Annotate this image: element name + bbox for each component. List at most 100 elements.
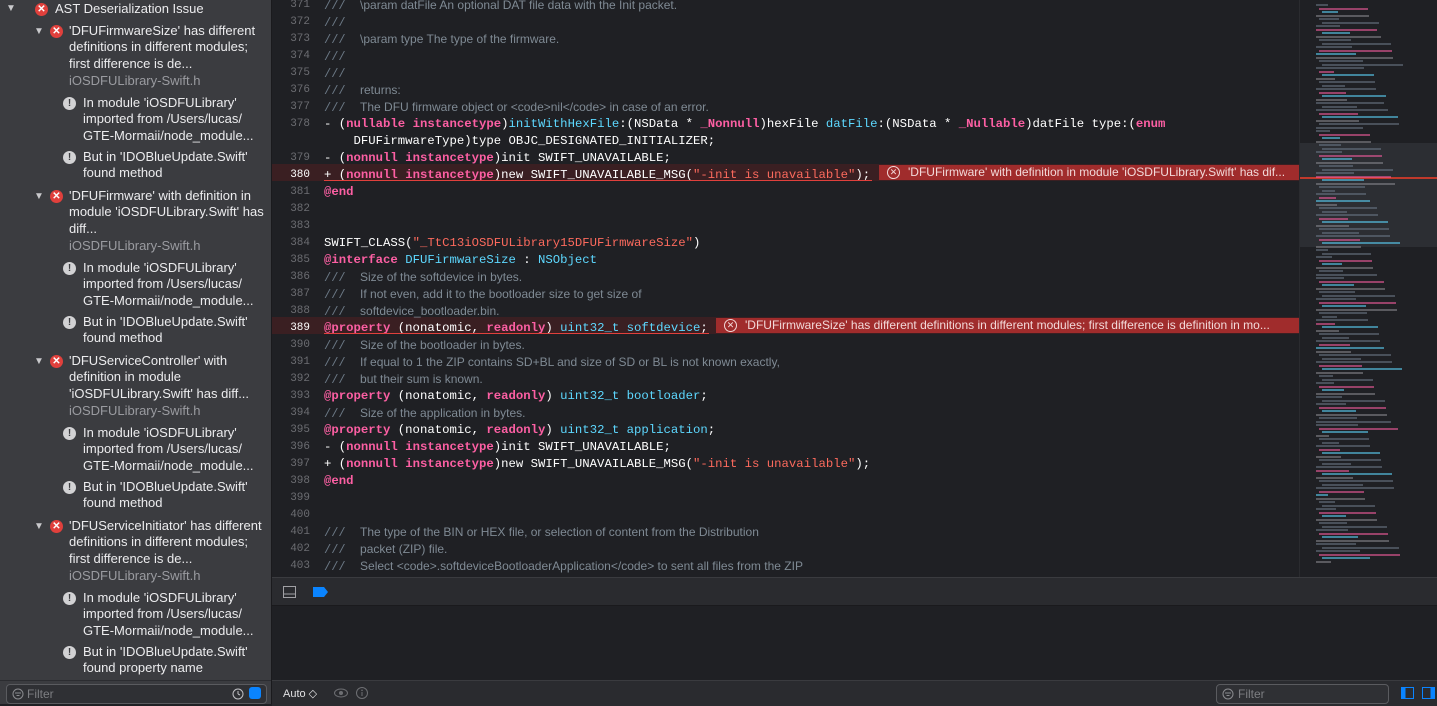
minimap-line [1316, 88, 1376, 90]
issues-only-toggle-icon[interactable] [249, 687, 261, 699]
console-view-icon[interactable] [1422, 687, 1435, 699]
minimap-line [1316, 4, 1328, 6]
info-icon[interactable] [356, 687, 368, 699]
minimap-line [1316, 497, 1365, 500]
minimap-line [1322, 483, 1363, 486]
comment-text: returns: [360, 83, 401, 97]
sidebar-filter-input[interactable]: Filter [6, 684, 267, 704]
minimap-line [1316, 455, 1341, 458]
note-icon: ! [63, 592, 76, 605]
note-icon: ! [63, 151, 76, 164]
minimap-line [1316, 214, 1378, 216]
minimap-line [1319, 280, 1384, 283]
minimap-line [1316, 329, 1339, 332]
minimap-line [1316, 413, 1387, 416]
minimap-line [1322, 105, 1357, 108]
minimap-line [1319, 480, 1393, 482]
minimap-visible-region[interactable] [1300, 143, 1437, 247]
comment-text: Size of the application in bytes. [360, 406, 526, 420]
minimap-line [1316, 340, 1380, 342]
minimap-line [1319, 186, 1365, 188]
minimap-line [1316, 539, 1389, 542]
comment-text: Size of the softdevice in bytes. [360, 270, 523, 284]
minimap-line [1316, 529, 1348, 531]
minimap-line [1316, 140, 1371, 143]
filter-icon [1222, 688, 1234, 700]
line-number: 391 [290, 356, 310, 368]
minimap-line [1319, 312, 1367, 314]
minimap-line [1322, 95, 1386, 97]
line-number: 371 [290, 0, 310, 11]
debug-statusbar: Auto ◇ Filter [272, 680, 1437, 706]
comment-line: /// Size of the bootloader in bytes. [324, 338, 525, 353]
comment-line: /// Select <code>.softdeviceBootloaderAp… [324, 559, 803, 574]
note-text: But in 'IDOBlueUpdate.Swift' found metho… [83, 314, 248, 346]
minimap-line [1319, 270, 1343, 272]
minimap-line [1316, 235, 1390, 237]
code-line: DFUFirmwareType)type OBJC_DESIGNATED_INI… [324, 134, 716, 148]
comment-line: /// [324, 50, 361, 64]
minimap-line [1322, 252, 1371, 255]
line-number: 385 [290, 254, 310, 266]
minimap[interactable] [1299, 0, 1437, 577]
eye-icon[interactable] [334, 688, 348, 698]
error-underline [324, 333, 709, 334]
minimap-line [1316, 130, 1330, 132]
variables-view-icon[interactable] [1401, 687, 1414, 699]
hide-debug-area-icon[interactable] [283, 586, 296, 598]
minimap-line [1316, 249, 1328, 251]
minimap-line [1322, 284, 1354, 286]
minimap-line [1316, 543, 1356, 545]
minimap-line [1319, 364, 1362, 367]
error-icon: ✕ [50, 520, 63, 533]
minimap-line [1319, 112, 1358, 115]
minimap-line [1316, 256, 1332, 258]
line-number: 372 [290, 16, 310, 28]
minimap-line [1319, 511, 1376, 514]
minimap-line [1322, 179, 1364, 181]
minimap-line [1316, 203, 1337, 206]
minimap-line [1316, 67, 1364, 69]
line-number: 387 [290, 288, 310, 300]
minimap-line [1316, 172, 1354, 174]
minimap-line [1319, 70, 1334, 73]
disclosure-triangle-icon[interactable]: ▼ [34, 521, 44, 532]
minimap-line [1316, 175, 1391, 178]
minimap-line [1316, 28, 1377, 31]
comment-line: /// packet (ZIP) file. [324, 542, 448, 557]
minimap-line [1316, 161, 1383, 164]
disclosure-triangle-icon[interactable]: ▼ [6, 3, 16, 14]
issue-title: 'DFUFirmwareSize' has different definiti… [69, 23, 256, 71]
minimap-line [1319, 123, 1399, 125]
clock-icon[interactable] [232, 688, 244, 700]
variable-scope-select[interactable]: Auto ◇ [283, 687, 317, 700]
minimap-line [1322, 305, 1366, 307]
comment-line: /// softdevice_bootloader.bin. [324, 304, 500, 319]
source-editor[interactable]: 371 /// \param datFile An optional DAT fi… [272, 0, 1299, 577]
note-text: But in 'IDOBlueUpdate.Swift' found metho… [83, 149, 248, 181]
disclosure-triangle-icon[interactable]: ▼ [34, 191, 44, 202]
minimap-line [1316, 371, 1363, 374]
minimap-line [1319, 196, 1336, 199]
minimap-line [1322, 473, 1392, 475]
minimap-line [1316, 424, 1358, 426]
inline-error-message[interactable]: ✕ 'DFUFirmwareSize' has different definit… [716, 318, 1299, 333]
minimap-line [1316, 445, 1370, 447]
minimap-line [1322, 410, 1356, 412]
disclosure-triangle-icon[interactable]: ▼ [34, 26, 44, 37]
breakpoint-icon[interactable] [313, 587, 329, 597]
code-line: @property (nonatomic, readonly) uint32_t… [324, 389, 708, 403]
minimap-line [1319, 207, 1377, 209]
error-icon: ✕ [887, 166, 900, 179]
console-filter-input[interactable]: Filter [1216, 684, 1389, 704]
issue-file: iOSDFULibrary-Swift.h [69, 73, 201, 88]
minimap-line [1316, 392, 1375, 395]
line-number: 379 [290, 152, 310, 164]
minimap-line [1322, 294, 1395, 297]
inline-error-message[interactable]: ✕ 'DFUFirmware' with definition in module… [879, 165, 1299, 180]
line-number: 386 [290, 271, 310, 283]
line-number: 402 [290, 543, 310, 555]
minimap-line [1322, 525, 1387, 528]
disclosure-triangle-icon[interactable]: ▼ [34, 356, 44, 367]
minimap-line [1322, 368, 1402, 370]
